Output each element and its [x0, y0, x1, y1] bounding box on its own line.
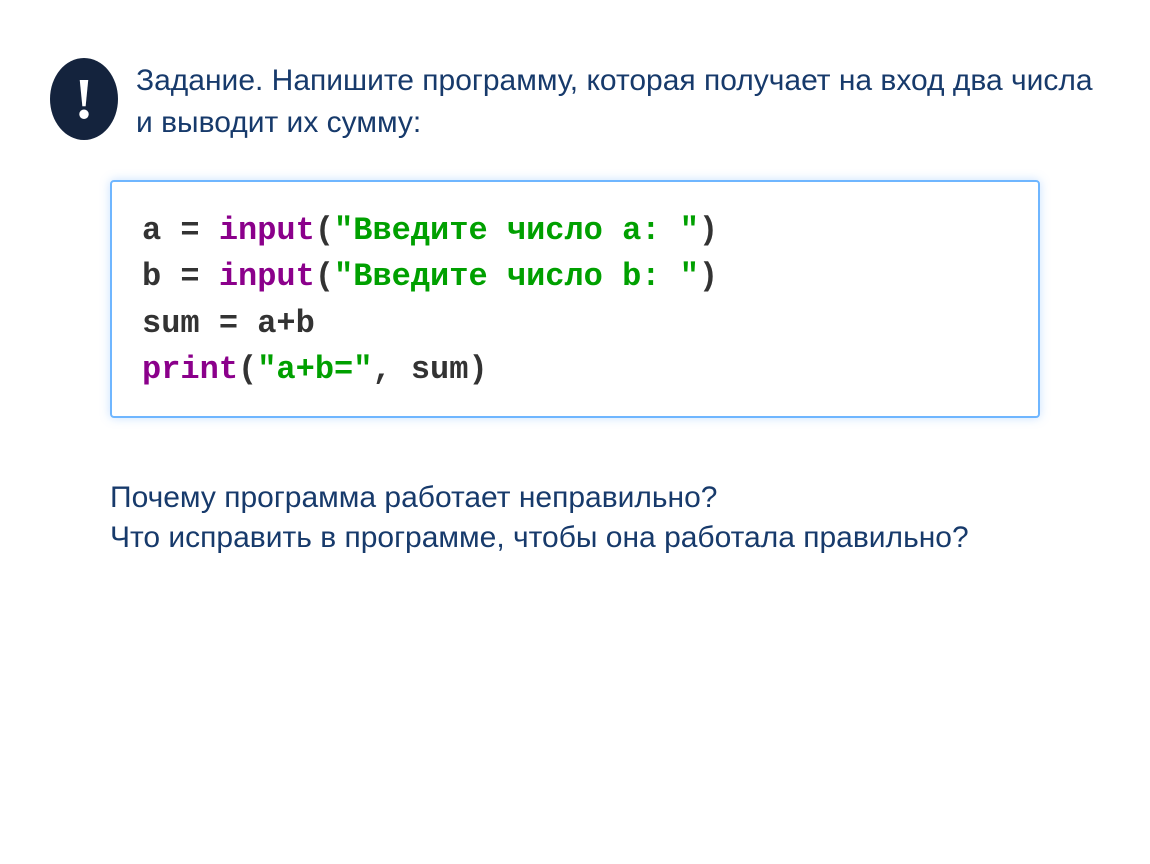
code-token: (: [315, 258, 334, 295]
code-token: (: [315, 212, 334, 249]
code-token: b: [142, 258, 161, 295]
code-token: "Введите число a: ": [334, 212, 699, 249]
code-token: , sum): [372, 351, 487, 388]
question-block: Почему программа работает неправильно? Ч…: [110, 478, 1040, 559]
question-line-1: Почему программа работает неправильно?: [110, 478, 1040, 519]
code-token: sum = a+b: [142, 305, 315, 342]
code-token: input: [219, 212, 315, 249]
code-token: =: [161, 258, 219, 295]
question-line-2: Что исправить в программе, чтобы она раб…: [110, 518, 1040, 559]
task-description: Задание. Напишите программу, которая пол…: [136, 58, 1100, 144]
exclamation-icon: !: [50, 58, 118, 140]
task-header: ! Задание. Напишите программу, которая п…: [0, 0, 1150, 144]
code-token: (: [238, 351, 257, 388]
code-token: a: [142, 212, 161, 249]
code-token: =: [161, 212, 219, 249]
code-token: ): [699, 212, 718, 249]
code-token: input: [219, 258, 315, 295]
code-token: print: [142, 351, 238, 388]
exclamation-glyph: !: [74, 70, 93, 128]
code-block: a = input("Введите число a: ") b = input…: [110, 180, 1040, 418]
code-token: "a+b=": [257, 351, 372, 388]
code-token: ): [699, 258, 718, 295]
code-token: "Введите число b: ": [334, 258, 699, 295]
